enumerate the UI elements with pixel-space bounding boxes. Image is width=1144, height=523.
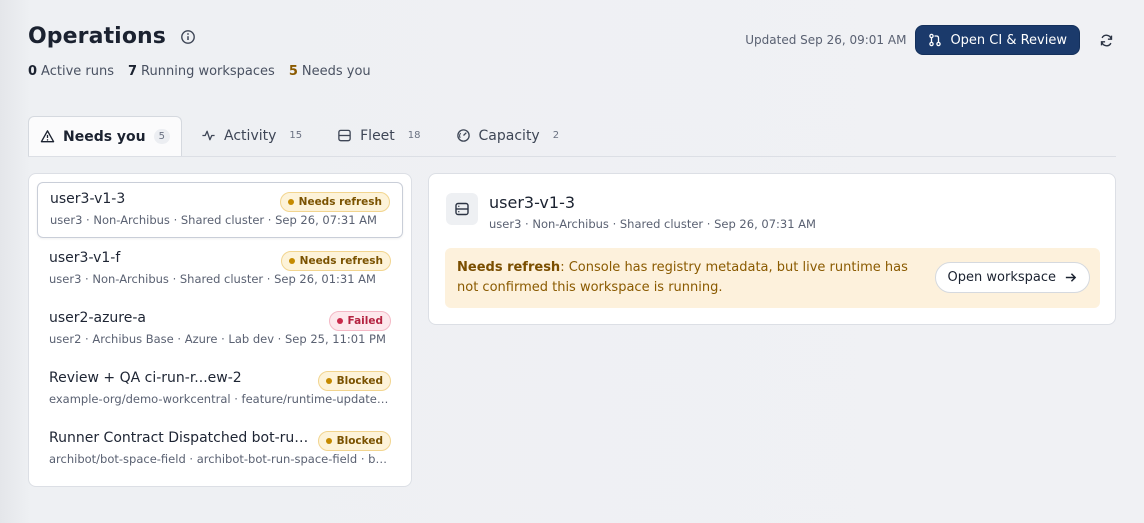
needs-you-list: user3-v1-3 user3 · Non-Archibus · Shared…	[28, 173, 412, 487]
tab-count: 18	[407, 130, 421, 141]
tab-label: Capacity	[478, 127, 540, 144]
status-badge: Blocked	[317, 371, 391, 391]
list-item[interactable]: Review + QA ci-run-r...ew-2 example-org/…	[37, 362, 403, 418]
status-dot-icon	[325, 378, 332, 384]
refresh-button[interactable]	[1096, 30, 1116, 50]
page-header: Operations 0 Active runs 7 Running workspa…	[28, 24, 1116, 84]
tab-count: 2	[552, 130, 560, 141]
status-badge: Blocked	[317, 431, 391, 451]
status-badge: Needs refresh	[279, 192, 390, 212]
gauge-icon	[456, 129, 470, 142]
tab-label: Needs you	[63, 128, 146, 145]
open-ci-review-label: Open CI & Review	[950, 32, 1067, 48]
tab-bar: Needs you 5 Activity 15 Fleet 18 Capacit…	[28, 116, 1116, 157]
server-icon	[446, 193, 478, 225]
open-workspace-button[interactable]: Open workspace	[934, 262, 1090, 293]
tab-count: 5	[153, 129, 171, 144]
tab-capacity[interactable]: Capacity 2	[445, 116, 576, 155]
item-subtitle: archibot/bot-space-field · archibot-bot-…	[49, 452, 389, 466]
status-badge: Needs refresh	[280, 251, 391, 271]
detail-title: user3-v1-3	[489, 193, 576, 212]
tab-activity[interactable]: Activity 15	[190, 116, 318, 155]
updated-timestamp: Updated Sep 26, 09:01 AM	[745, 33, 907, 47]
refresh-alert: Needs refresh: Console has registry meta…	[445, 248, 1100, 308]
tab-needs-you[interactable]: Needs you 5	[28, 116, 183, 156]
status-dot-icon	[336, 318, 343, 324]
open-ci-review-button[interactable]: Open CI & Review	[915, 25, 1080, 55]
tab-label: Activity	[224, 127, 277, 144]
list-item[interactable]: user2-azure-a user2 · Archibus Base · Az…	[37, 302, 403, 358]
detail-panel: user3-v1-3 user3 · Non-Archibus · Shared…	[428, 173, 1116, 325]
list-item[interactable]: user3-v1-3 user3 · Non-Archibus · Shared…	[37, 182, 403, 238]
item-subtitle: user3 · Non-Archibus · Shared cluster · …	[50, 213, 377, 227]
item-title: user2-azure-a	[49, 310, 146, 326]
open-workspace-label: Open workspace	[947, 270, 1056, 285]
server-icon	[338, 129, 351, 142]
status-dot-icon	[288, 258, 295, 264]
stat-running-workspaces: 7 Running workspaces	[128, 64, 275, 79]
list-item[interactable]: Runner Contract Dispatched bot-run-...i.…	[37, 422, 403, 478]
warning-icon	[40, 130, 55, 143]
summary-stats: 0 Active runs 7 Running workspaces 5 Needs …	[28, 64, 371, 79]
status-dot-icon	[325, 438, 332, 444]
list-item[interactable]: user3-v1-f user3 · Non-Archibus · Shared…	[37, 242, 403, 298]
item-title: user3-v1-f	[49, 250, 121, 266]
detail-subtitle: user3 · Non-Archibus · Shared cluster · …	[489, 217, 816, 231]
item-subtitle: user2 · Archibus Base · Azure · Lab dev …	[49, 332, 386, 346]
tab-count: 15	[289, 130, 303, 141]
status-badge: Failed	[328, 311, 391, 331]
pull-request-icon	[929, 33, 942, 47]
activity-icon	[202, 130, 215, 141]
item-title: user3-v1-3	[50, 191, 126, 207]
refresh-icon	[1100, 34, 1112, 46]
tab-fleet[interactable]: Fleet 18	[326, 116, 436, 155]
page-title: Operations	[28, 24, 166, 49]
item-subtitle: example-org/demo-workcentral · feature/r…	[49, 392, 389, 406]
tab-label: Fleet	[360, 127, 395, 144]
alert-message: Needs refresh: Console has registry meta…	[457, 258, 927, 298]
status-dot-icon	[287, 199, 294, 205]
item-title: Runner Contract Dispatched bot-run-...i.…	[49, 430, 311, 446]
alert-label: Needs refresh	[457, 260, 561, 275]
info-icon[interactable]	[180, 29, 196, 45]
arrow-right-icon	[1065, 273, 1077, 282]
stat-needs-you: 5 Needs you	[288, 64, 371, 79]
item-title: Review + QA ci-run-r...ew-2	[49, 370, 242, 386]
stat-active-runs: 0 Active runs	[28, 64, 114, 79]
item-subtitle: user3 · Non-Archibus · Shared cluster · …	[49, 272, 376, 286]
